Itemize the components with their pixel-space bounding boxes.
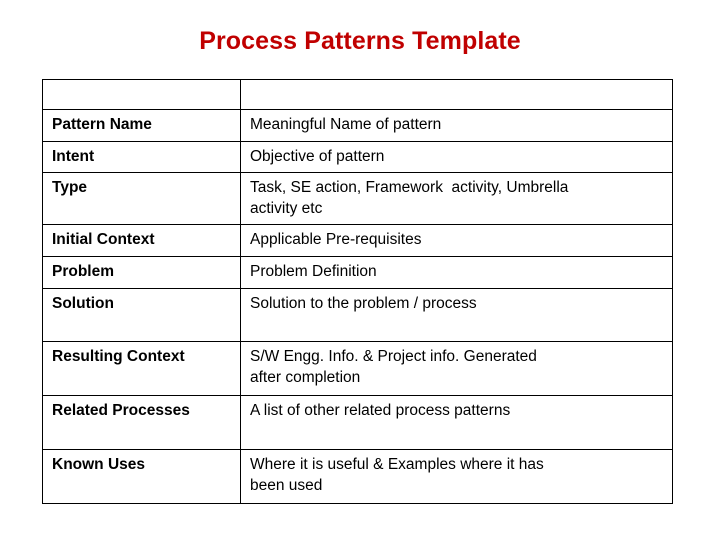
table-body: Pattern Name Meaningful Name of pattern … [42, 79, 673, 505]
row-label-initial-context: Initial Context [42, 224, 241, 258]
table-row: Intent Objective of pattern [42, 140, 673, 174]
row-label-pattern-name: Pattern Name [42, 109, 241, 142]
row-label-intent: Intent [42, 140, 241, 174]
row-label-type: Type [42, 172, 241, 226]
row-value-type: Task, SE action, Framework activity, Umb… [240, 172, 673, 226]
table-row: Initial Context Applicable Pre-requisite… [42, 224, 673, 258]
row-value-related-processes: A list of other related process patterns [240, 395, 673, 451]
value-line: after completion [250, 368, 361, 386]
table-row: Pattern Name Meaningful Name of pattern [42, 109, 673, 142]
row-label-solution: Solution [42, 287, 241, 343]
row-value-initial-context: Applicable Pre-requisites [240, 224, 673, 258]
row-label-resulting-context: Resulting Context [42, 341, 241, 397]
value-line: Applicable Pre-requisites [250, 231, 422, 249]
row-label-problem: Problem [42, 256, 241, 289]
row-value-intent: Objective of pattern [240, 140, 673, 174]
table-row: Resulting Context S/W Engg. Info. & Proj… [42, 341, 673, 397]
value-line: been used [250, 476, 323, 494]
value-line: Meaningful Name of pattern [250, 116, 442, 133]
process-pattern-template-table: Pattern Name Meaningful Name of pattern … [42, 79, 673, 505]
table-row: Problem Problem Definition [42, 256, 673, 289]
value-line: Where it is useful & Examples where it h… [250, 456, 544, 474]
value-line: Task, SE action, Framework activity, Umb… [250, 179, 569, 197]
value-line: activity etc [250, 199, 323, 217]
row-label-known-uses: Known Uses [42, 449, 241, 505]
value-line: Solution to the problem / process [250, 294, 477, 312]
page-title: Process Patterns Template [199, 27, 521, 55]
table-row-header [42, 79, 673, 110]
value-line: S/W Engg. Info. & Project info. Generate… [250, 348, 537, 366]
table-row: Related Processes A list of other relate… [42, 395, 673, 451]
row-value-pattern-name: Meaningful Name of pattern [240, 109, 673, 142]
row-value-solution: Solution to the problem / process [240, 287, 673, 343]
table-cell-header-value [240, 79, 673, 110]
pattern-table-container: Pattern Name Meaningful Name of pattern … [42, 79, 673, 505]
table-cell-header-label [42, 79, 241, 110]
row-value-resulting-context: S/W Engg. Info. & Project info. Generate… [240, 341, 673, 397]
row-label-related-processes: Related Processes [42, 395, 241, 451]
table-row: Type Task, SE action, Framework activity… [42, 172, 673, 226]
value-line: Problem Definition [250, 263, 377, 281]
row-value-problem: Problem Definition [240, 256, 673, 289]
row-value-known-uses: Where it is useful & Examples where it h… [240, 449, 673, 505]
table-row: Solution Solution to the problem / proce… [42, 287, 673, 343]
table-row: Known Uses Where it is useful & Examples… [42, 449, 673, 505]
slide-canvas: Process Patterns Template Pattern Name M… [0, 0, 720, 540]
value-line: Objective of pattern [250, 147, 385, 165]
value-line: A list of other related process patterns [250, 402, 511, 420]
